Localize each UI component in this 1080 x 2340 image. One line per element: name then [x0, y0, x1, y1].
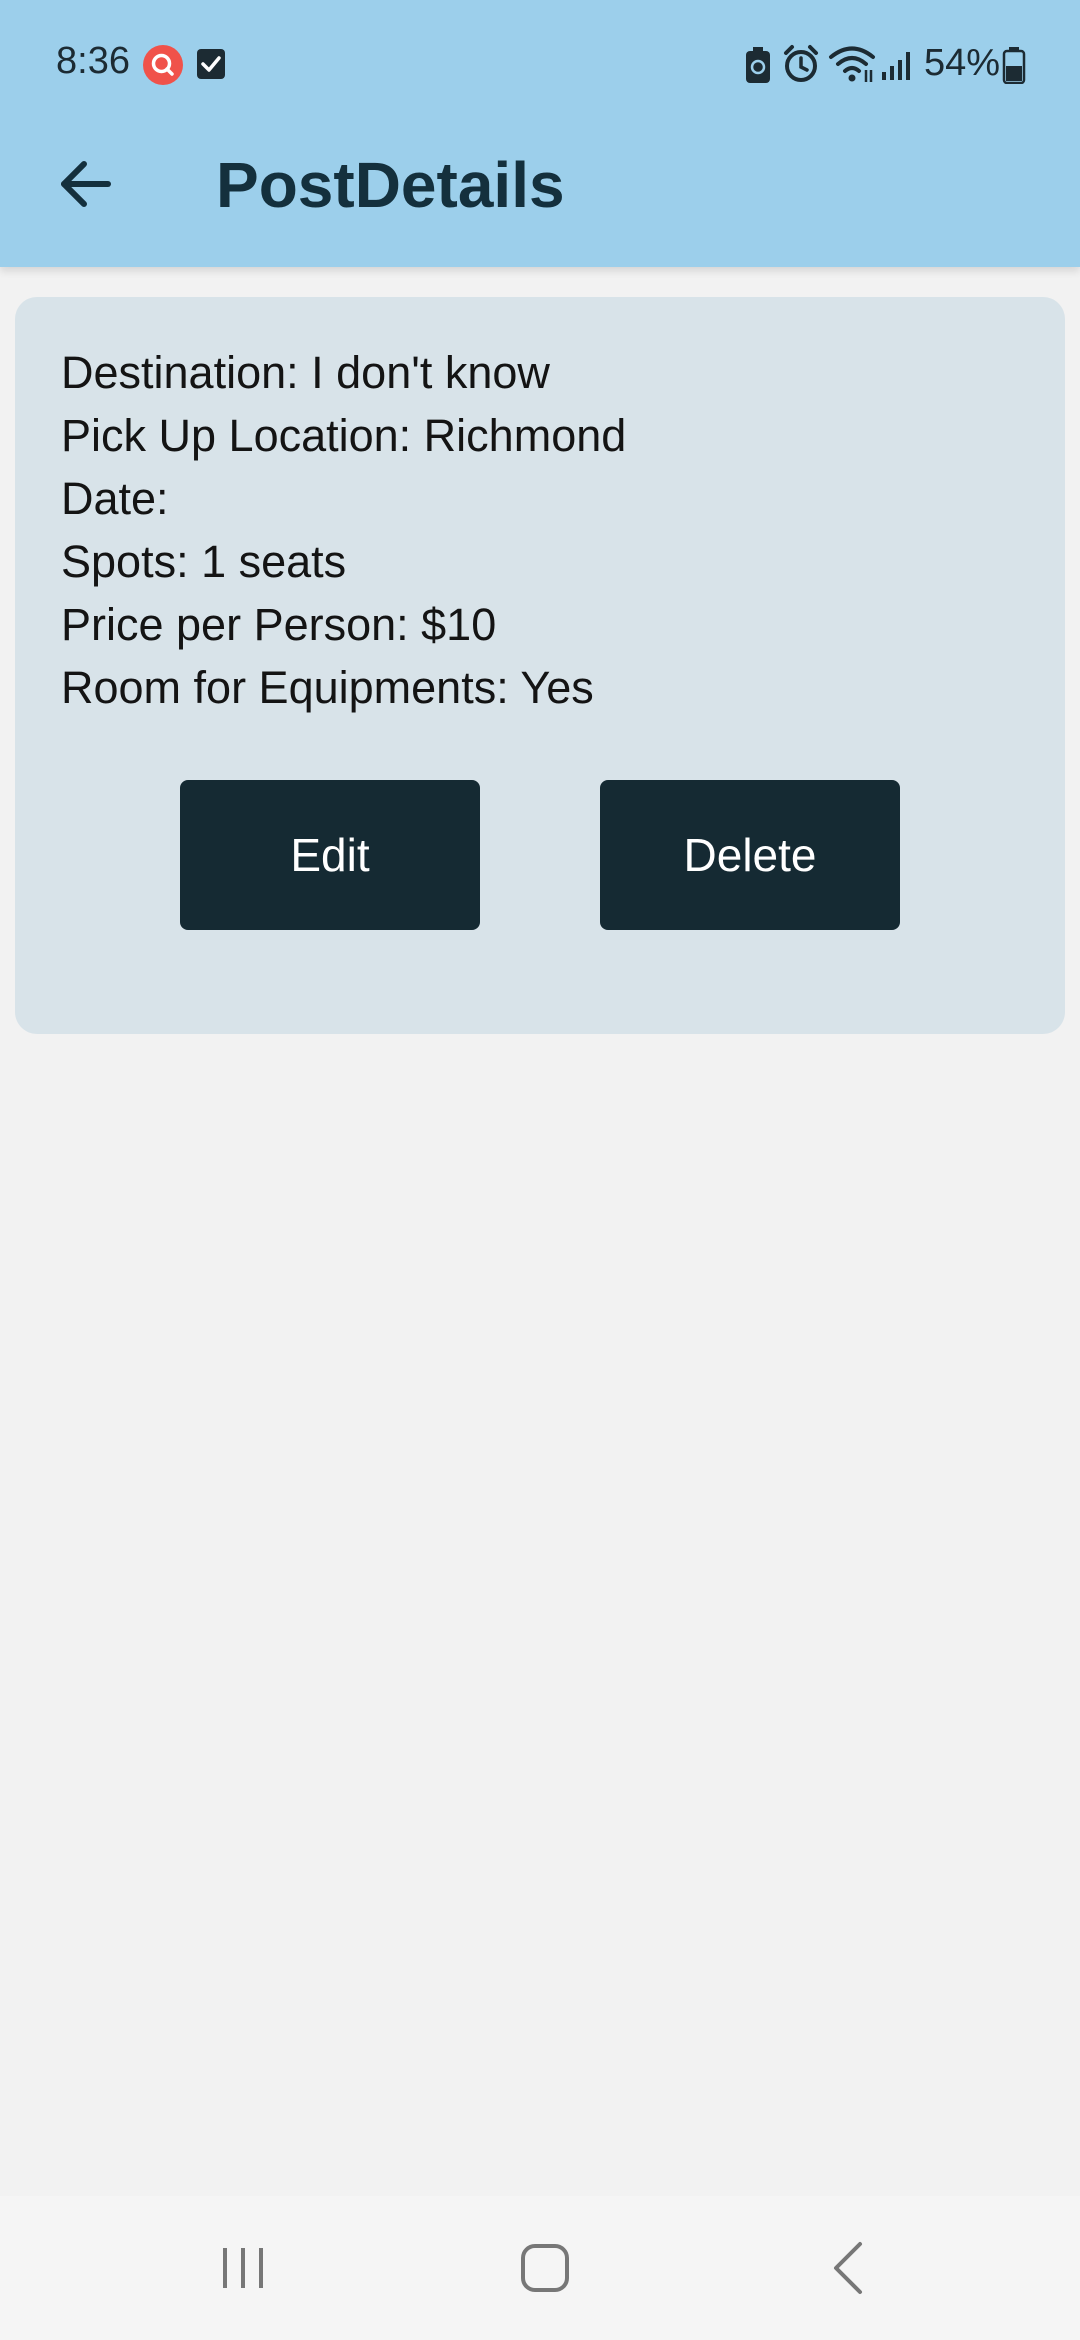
screen: 8:36 54% PostDetails Destination: I don'… [0, 0, 1080, 2340]
alarm-icon [782, 44, 820, 84]
spots-text: Spots: 1 seats [61, 536, 347, 587]
battery-percent: 54% [924, 42, 1001, 84]
arrow-left-icon [61, 161, 111, 207]
post-details-card: Destination: I don't know Pick Up Locati… [15, 297, 1065, 1034]
back-icon [834, 2242, 862, 2294]
page-title: PostDetails [216, 149, 565, 221]
top-bar: 8:36 54% PostDetails [0, 0, 1080, 267]
system-nav-bar [0, 2196, 1080, 2340]
recents-icon [223, 2248, 263, 2288]
delete-button[interactable]: Delete [600, 780, 900, 930]
battery-icon [1002, 46, 1026, 84]
signal-icon [880, 48, 916, 82]
home-icon [521, 2244, 569, 2292]
price-text: Price per Person: $10 [61, 599, 497, 650]
checkbox-notification-icon [196, 48, 226, 80]
nav-back-button[interactable] [778, 2196, 918, 2340]
equipment-text: Room for Equipments: Yes [61, 662, 594, 713]
recents-button[interactable] [173, 2196, 313, 2340]
destination-text: Destination: I don't know [61, 347, 550, 398]
date-text: Date: [61, 473, 169, 524]
battery-saver-icon [744, 46, 772, 84]
edit-button[interactable]: Edit [180, 780, 480, 930]
status-bar: 8:36 54% [0, 0, 1080, 130]
pickup-location-text: Pick Up Location: Richmond [61, 410, 627, 461]
home-button[interactable] [475, 2196, 615, 2340]
back-button[interactable] [46, 144, 126, 224]
status-time: 8:36 [56, 40, 130, 82]
search-notification-icon [142, 44, 184, 86]
wifi-icon [828, 44, 876, 84]
